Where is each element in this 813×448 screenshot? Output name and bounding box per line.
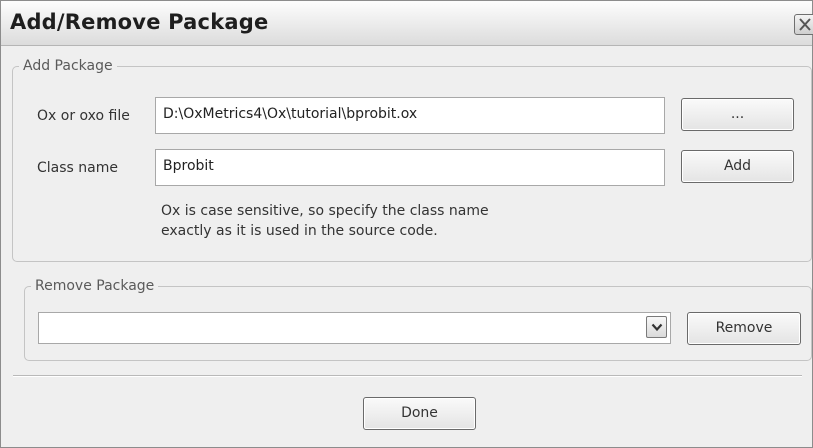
browse-button[interactable]: ...: [681, 98, 794, 131]
close-icon: [799, 18, 811, 31]
case-sensitivity-note: Ox is case sensitive, so specify the cla…: [161, 201, 489, 241]
class-name-label: Class name: [37, 160, 118, 176]
dropdown-arrow-button[interactable]: [646, 316, 667, 338]
done-button[interactable]: Done: [363, 397, 476, 430]
remove-package-dropdown[interactable]: [38, 312, 671, 344]
remove-package-legend: Remove Package: [31, 277, 159, 295]
title-bar[interactable]: Add/Remove Package: [1, 1, 813, 46]
ox-file-input[interactable]: D:\OxMetrics4\Ox\tutorial\bprobit.ox: [155, 97, 665, 134]
add-button[interactable]: Add: [681, 150, 794, 183]
add-remove-package-dialog: Add/Remove Package Add Package Ox or oxo…: [0, 0, 813, 448]
chevron-down-icon: [651, 323, 663, 332]
note-line-2: exactly as it is used in the source code…: [161, 223, 438, 239]
dialog-title: Add/Remove Package: [10, 10, 269, 34]
class-name-input[interactable]: Bprobit: [155, 149, 665, 186]
note-line-1: Ox is case sensitive, so specify the cla…: [161, 203, 489, 219]
footer-divider: [13, 375, 802, 377]
close-button[interactable]: [794, 14, 813, 35]
add-package-legend: Add Package: [19, 57, 117, 75]
ox-file-label: Ox or oxo file: [37, 108, 130, 124]
remove-button[interactable]: Remove: [687, 312, 801, 345]
